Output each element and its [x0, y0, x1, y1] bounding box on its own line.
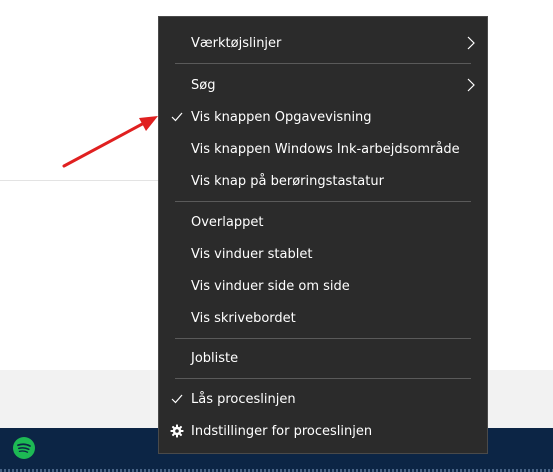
desktop-screenshot: Værktøjslinjer Søg Vis knappen Opgavevis…: [0, 0, 553, 472]
menu-item-label: Overlappet: [191, 214, 264, 230]
menu-item-label: Søg: [191, 77, 216, 93]
menu-item-label: Vis vinduer side om side: [191, 278, 350, 294]
chevron-right-icon: [467, 27, 475, 59]
menu-item-label: Vis vinduer stablet: [191, 246, 313, 262]
menu-item-label: Vis skrivebordet: [191, 310, 296, 326]
menu-separator: [175, 378, 471, 379]
menu-item-toolbars[interactable]: Værktøjslinjer: [159, 27, 487, 59]
spotify-icon[interactable]: [12, 436, 36, 460]
menu-item-search[interactable]: Søg: [159, 69, 487, 101]
menu-item-label: Jobliste: [191, 350, 239, 366]
menu-item-show-desktop[interactable]: Vis skrivebordet: [159, 302, 487, 334]
menu-separator: [175, 201, 471, 202]
menu-separator: [175, 63, 471, 64]
menu-item-task-manager[interactable]: Jobliste: [159, 342, 487, 374]
menu-item-show-windows-ink-button[interactable]: Vis knappen Windows Ink-arbejdsområde: [159, 133, 487, 165]
menu-item-show-windows-side-by-side[interactable]: Vis vinduer side om side: [159, 270, 487, 302]
menu-separator: [175, 338, 471, 339]
menu-item-show-windows-stacked[interactable]: Vis vinduer stablet: [159, 238, 487, 270]
menu-item-taskbar-settings[interactable]: Indstillinger for proceslinjen: [159, 415, 487, 447]
gear-icon: [169, 415, 185, 447]
checkmark-icon: [169, 383, 185, 415]
menu-item-label: Vis knap på berøringstastatur: [191, 173, 384, 189]
menu-item-label: Vis knappen Opgavevisning: [191, 109, 372, 125]
menu-item-label: Indstillinger for proceslinjen: [191, 423, 373, 439]
menu-item-label: Værktøjslinjer: [191, 35, 282, 51]
menu-item-lock-taskbar[interactable]: Lås proceslinjen: [159, 383, 487, 415]
menu-item-label: Lås proceslinjen: [191, 391, 296, 407]
checkmark-icon: [169, 101, 185, 133]
menu-item-cascade-windows[interactable]: Overlappet: [159, 206, 487, 238]
chevron-right-icon: [467, 69, 475, 101]
menu-item-show-touch-keyboard-button[interactable]: Vis knap på berøringstastatur: [159, 165, 487, 197]
taskbar-context-menu[interactable]: Værktøjslinjer Søg Vis knappen Opgavevis…: [158, 16, 488, 454]
menu-item-show-task-view-button[interactable]: Vis knappen Opgavevisning: [159, 101, 487, 133]
menu-item-label: Vis knappen Windows Ink-arbejdsområde: [191, 141, 460, 157]
window-divider: [0, 180, 160, 181]
